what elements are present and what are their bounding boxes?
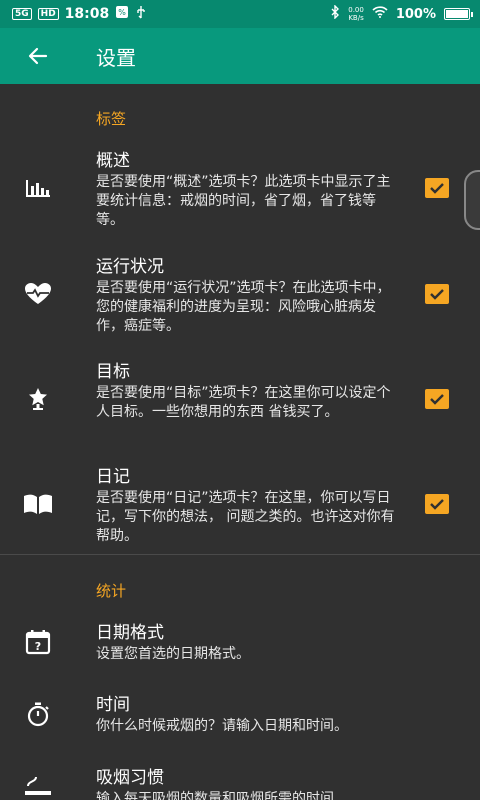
clock: 18:08 (64, 6, 110, 22)
cigarette-icon (22, 769, 54, 800)
checkmark-icon (430, 289, 444, 300)
setting-description: 设置您首选的日期格式。 (96, 646, 250, 662)
section-divider (0, 554, 480, 555)
setting-health-tab[interactable]: 运行状况 是否要使用“运行状况”选项卡？在此选项卡中，您的健康福利的进度为呈现：… (0, 256, 480, 336)
usb-icon (135, 5, 147, 23)
setting-quit-time[interactable]: 时间 你什么时候戒烟的？请输入日期和时间。 (0, 694, 480, 736)
overview-checkbox[interactable] (425, 178, 449, 198)
battery-percent: 100% (395, 6, 436, 22)
setting-title: 概述 (96, 151, 130, 171)
network-indicator: 5G (12, 8, 32, 20)
setting-title: 日期格式 (96, 623, 164, 643)
network-speed: 0.00 KB/s (348, 6, 364, 22)
bluetooth-icon (330, 4, 340, 23)
stopwatch-icon (22, 698, 54, 730)
status-bar: 5G HD 18:08 % 0.00 KB/s 100% (0, 0, 480, 28)
trophy-star-icon (22, 383, 54, 415)
checkmark-icon (430, 183, 444, 194)
calendar-question-icon: ? (22, 626, 54, 658)
battery-icon (444, 8, 473, 20)
wifi-icon (372, 6, 388, 22)
setting-goals-tab[interactable]: 目标 是否要使用“目标”选项卡？在这里你可以设定个人目标。一些你想用的东西 省钱… (0, 361, 480, 422)
app-bar: 设置 (0, 28, 480, 84)
diary-checkbox[interactable] (425, 494, 449, 514)
setting-overview-tab[interactable]: 概述 是否要使用“概述”选项卡？此选项卡中显示了主要统计信息：戒烟的时间，省了烟… (0, 150, 480, 230)
setting-date-format[interactable]: ? 日期格式 设置您首选的日期格式。 (0, 622, 480, 664)
section-header-tabs: 标签 (96, 110, 127, 128)
page-title: 设置 (96, 45, 136, 70)
bar-chart-icon (22, 172, 54, 204)
setting-title: 运行状况 (96, 257, 164, 277)
open-book-icon (22, 488, 54, 520)
setting-description: 是否要使用“日记”选项卡？在这里，你可以写日记，写下你的想法， 问题之类的。也许… (96, 490, 395, 544)
hd-indicator: HD (37, 8, 59, 20)
setting-description: 是否要使用“目标”选项卡？在这里你可以设定个人目标。一些你想用的东西 省钱买了。 (96, 385, 391, 420)
arrow-left-icon (28, 47, 48, 65)
setting-title: 目标 (96, 362, 130, 382)
goals-checkbox[interactable] (425, 389, 449, 409)
back-button[interactable] (26, 44, 50, 68)
setting-title: 吸烟习惯 (96, 768, 164, 788)
setting-smoking-habits[interactable]: 吸烟习惯 输入每天吸烟的数量和吸烟所需的时间 (0, 767, 480, 800)
notification-icon: % (115, 5, 129, 23)
settings-list[interactable]: 标签 概述 是否要使用“概述”选项卡？此选项卡中显示了主要统计信息：戒烟的时间，… (0, 84, 480, 800)
setting-title: 日记 (96, 467, 130, 487)
setting-diary-tab[interactable]: 日记 是否要使用“日记”选项卡？在这里，你可以写日记，写下你的想法， 问题之类的… (0, 466, 480, 546)
setting-description: 是否要使用“运行状况”选项卡？在此选项卡中，您的健康福利的进度为呈现：风险哦心脏… (96, 280, 391, 334)
setting-description: 你什么时候戒烟的？请输入日期和时间。 (96, 718, 348, 734)
section-header-stats: 统计 (96, 582, 127, 600)
setting-title: 时间 (96, 695, 130, 715)
svg-text:%: % (118, 8, 126, 17)
checkmark-icon (430, 394, 444, 405)
svg-text:?: ? (35, 640, 41, 653)
health-checkbox[interactable] (425, 284, 449, 304)
checkmark-icon (430, 499, 444, 510)
setting-description: 是否要使用“概述”选项卡？此选项卡中显示了主要统计信息：戒烟的时间，省了烟，省了… (96, 174, 391, 228)
setting-description: 输入每天吸烟的数量和吸烟所需的时间 (96, 791, 334, 800)
heart-pulse-icon (22, 278, 54, 310)
